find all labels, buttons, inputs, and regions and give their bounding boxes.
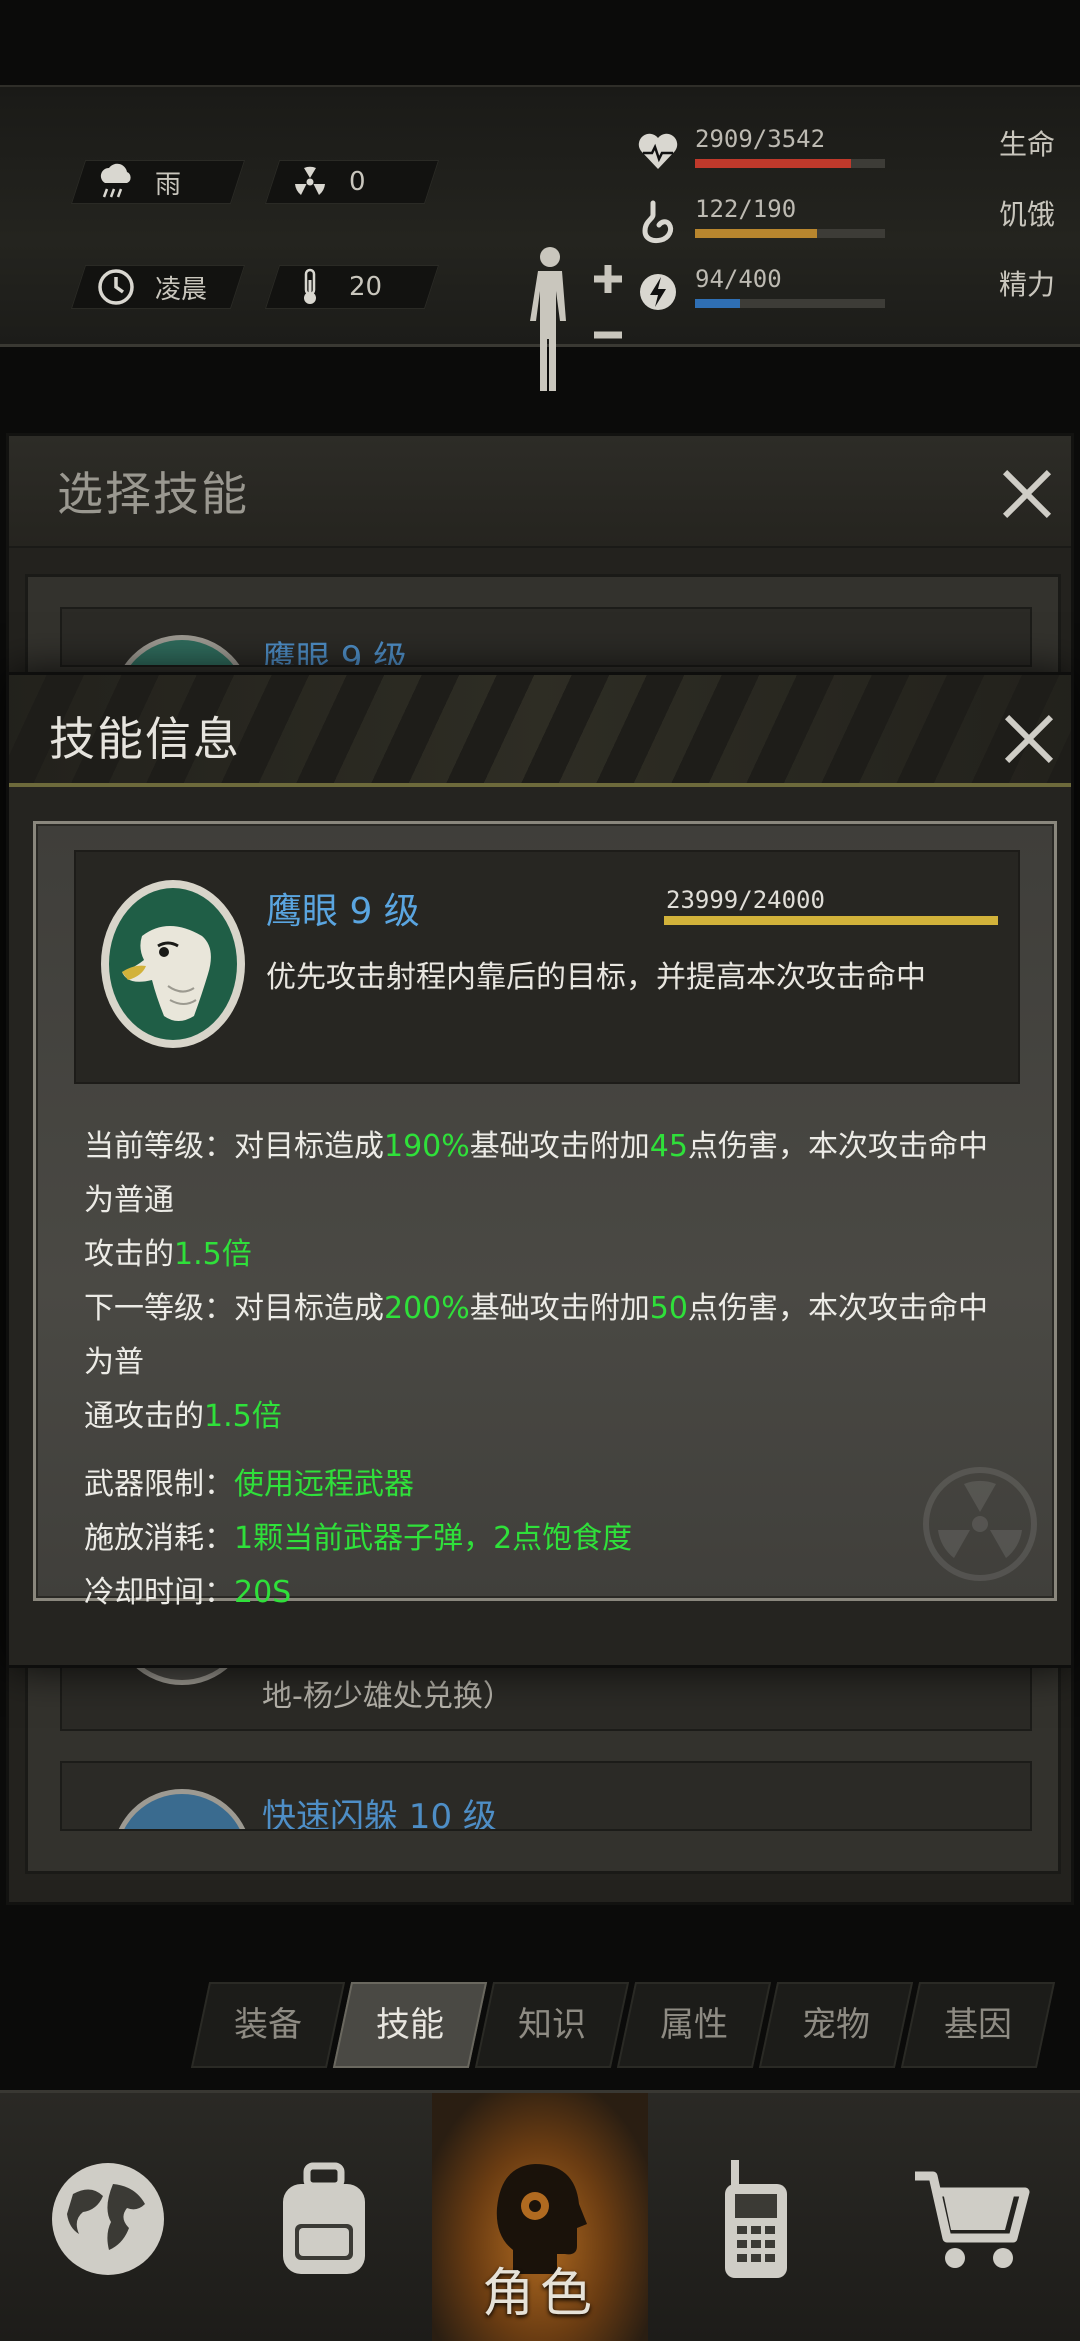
current-level-line: 当前等级：对目标造成190%基础攻击附加45点伤害，本次攻击命中为普通 攻击的1… bbox=[84, 1129, 988, 1272]
cast-cost-line: 施放消耗：1颗当前武器子弹，2点饱食度 bbox=[84, 1521, 633, 1556]
skill-info-title: 技能信息 bbox=[49, 712, 241, 766]
weapon-limit-line: 武器限制：使用远程武器 bbox=[84, 1467, 414, 1502]
time-chip: 凌晨 bbox=[70, 265, 246, 309]
stomach-icon bbox=[635, 199, 681, 245]
human-figure-icon bbox=[530, 247, 622, 391]
hunger-stat: 122/190 饥饿 bbox=[610, 191, 1055, 251]
skill-info-dialog: 技能信息 鹰眼 9 级 23999/24000 优先攻击射程内靠后的目标，并提高… bbox=[6, 672, 1074, 1668]
heart-icon bbox=[635, 129, 681, 175]
radiation-icon bbox=[291, 163, 329, 201]
weather-chip: 雨 bbox=[70, 160, 246, 204]
body-status-button[interactable] bbox=[522, 239, 632, 399]
hunger-value: 122/190 bbox=[695, 195, 797, 223]
health-label: 生命 bbox=[998, 128, 1055, 161]
nav-radio[interactable] bbox=[648, 2093, 864, 2341]
tab-pets[interactable]: 宠物 bbox=[758, 1982, 914, 2068]
dodge-skill-icon bbox=[112, 1789, 252, 1829]
globe-icon bbox=[52, 2162, 164, 2275]
tab-skills[interactable]: 技能 bbox=[332, 1982, 488, 2068]
energy-value: 94/400 bbox=[695, 265, 782, 293]
energy-bar bbox=[695, 299, 885, 308]
skill-list-item[interactable]: 鹰眼 9 级 bbox=[60, 607, 1032, 667]
nav-character[interactable]: 角色 bbox=[432, 2093, 648, 2341]
select-skill-title: 选择技能 bbox=[57, 467, 249, 521]
tab-attributes[interactable]: 属性 bbox=[616, 1982, 772, 2068]
tab-genes[interactable]: 基因 bbox=[900, 1982, 1056, 2068]
skill-info-close-button[interactable] bbox=[1003, 713, 1055, 765]
skill-details: 当前等级：对目标造成190%基础攻击附加45点伤害，本次攻击命中为普通 攻击的1… bbox=[84, 1120, 1014, 1620]
nav-character-label: 角色 bbox=[481, 2264, 598, 2324]
radiation-chip: 0 bbox=[264, 160, 440, 204]
energy-stat: 94/400 精力 bbox=[610, 261, 1055, 321]
skill-list-item-name: 快速闪躲 10 级 bbox=[262, 1797, 497, 1831]
time-text: 凌晨 bbox=[155, 274, 208, 305]
skill-name: 鹰眼 9 级 bbox=[266, 891, 420, 932]
skill-xp-bar bbox=[664, 916, 998, 925]
next-level-line: 下一等级：对目标造成200%基础攻击附加50点伤害，本次攻击命中为普 通攻击的1… bbox=[84, 1291, 988, 1434]
backpack-icon bbox=[283, 2162, 365, 2274]
hunger-bar bbox=[695, 229, 885, 238]
radiation-value: 0 bbox=[349, 167, 366, 197]
shopping-cart-icon bbox=[915, 2171, 1030, 2268]
nav-shop[interactable] bbox=[864, 2093, 1080, 2341]
nav-backpack[interactable] bbox=[216, 2093, 432, 2341]
skill-list-item-desc: 地-杨少雄处兑换） bbox=[262, 1679, 513, 1714]
skill-description: 优先攻击射程内靠后的目标，并提高本次攻击命中 bbox=[266, 960, 926, 995]
temperature-chip: 20 bbox=[264, 265, 440, 309]
hunger-label: 饥饿 bbox=[998, 198, 1055, 231]
tab-knowledge[interactable]: 知识 bbox=[474, 1982, 630, 2068]
tab-equipment[interactable]: 装备 bbox=[190, 1982, 346, 2068]
skill-info-body: 鹰眼 9 级 23999/24000 优先攻击射程内靠后的目标，并提高本次攻击命… bbox=[33, 821, 1057, 1610]
energy-label: 精力 bbox=[998, 268, 1055, 301]
temperature-value: 20 bbox=[349, 272, 383, 302]
radiation-watermark-icon bbox=[923, 1467, 1037, 1581]
health-bar bbox=[695, 159, 885, 168]
skill-info-header: 技能信息 bbox=[9, 675, 1071, 787]
eagle-icon bbox=[98, 876, 248, 1052]
weather-text: 雨 bbox=[155, 169, 182, 200]
cooldown-line: 冷却时间：20S bbox=[84, 1575, 292, 1610]
skill-card: 鹰眼 9 级 23999/24000 优先攻击射程内靠后的目标，并提高本次攻击命… bbox=[74, 850, 1020, 1084]
rain-icon bbox=[97, 163, 135, 201]
select-skill-title-bar: 选择技能 bbox=[9, 436, 1071, 548]
walkie-talkie-icon bbox=[725, 2159, 787, 2278]
nav-world-map[interactable] bbox=[0, 2093, 216, 2341]
status-hud: 雨 0 凌晨 20 2909/3542 生命 122/190 饥饿 94/400… bbox=[0, 85, 1080, 391]
skill-list-item[interactable]: 快速闪躲 10 级 bbox=[60, 1761, 1032, 1831]
select-skill-close-button[interactable] bbox=[1001, 468, 1053, 520]
bottom-nav: 角色 bbox=[0, 2090, 1080, 2341]
clock-icon bbox=[97, 268, 135, 306]
thermometer-icon bbox=[291, 268, 329, 306]
health-stat: 2909/3542 生命 bbox=[610, 121, 1055, 181]
character-tabs: 装备 技能 知识 属性 宠物 基因 bbox=[190, 1982, 1062, 2070]
health-value: 2909/3542 bbox=[695, 125, 826, 153]
skill-list-item-name: 鹰眼 9 级 bbox=[262, 639, 408, 667]
energy-icon bbox=[635, 269, 681, 315]
skill-xp-text: 23999/24000 bbox=[666, 886, 825, 914]
eagle-skill-icon bbox=[112, 635, 252, 665]
